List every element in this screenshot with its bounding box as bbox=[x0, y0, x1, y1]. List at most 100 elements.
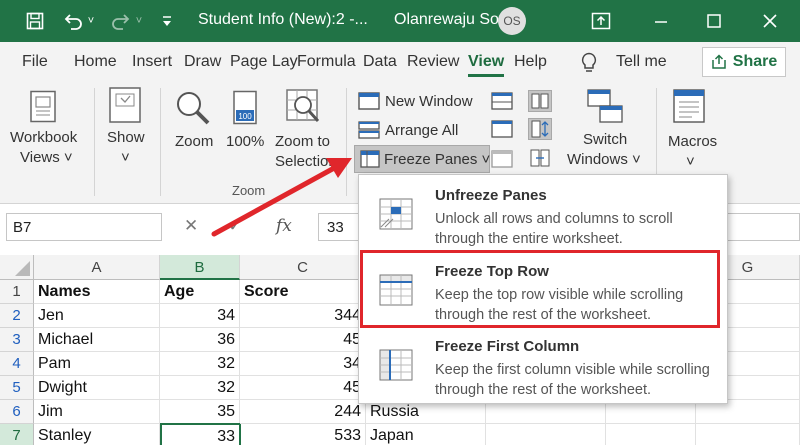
zoom-to-selection-icon bbox=[285, 88, 323, 131]
select-all-corner[interactable] bbox=[0, 255, 34, 280]
tab-file[interactable]: File bbox=[22, 53, 48, 71]
reset-window-position-icon[interactable] bbox=[528, 148, 552, 173]
hide-window-icon[interactable] bbox=[491, 120, 513, 143]
redo-icon[interactable] bbox=[108, 9, 134, 33]
menu-item-freeze-first-column[interactable]: Freeze First Column Keep the first colum… bbox=[359, 328, 727, 402]
ribbon-display-options-icon[interactable] bbox=[588, 8, 614, 34]
formula-buttons: ✕ ✓ fx bbox=[172, 213, 314, 241]
freeze-panes-icon bbox=[360, 150, 380, 173]
highlight-box bbox=[360, 250, 720, 328]
enter-icon[interactable]: ✓ bbox=[228, 215, 243, 236]
cell-c5[interactable]: 45 bbox=[240, 376, 366, 400]
zoom-100-icon: 100 bbox=[232, 90, 260, 131]
cell-d7[interactable]: Japan bbox=[366, 424, 486, 445]
save-icon[interactable] bbox=[22, 9, 48, 33]
cell-b7-active[interactable]: 33 bbox=[160, 423, 241, 445]
maximize-icon[interactable] bbox=[701, 8, 727, 34]
cell-c2[interactable]: 344 bbox=[240, 304, 366, 328]
avatar[interactable]: OS bbox=[498, 7, 526, 35]
tab-data[interactable]: Data bbox=[363, 53, 397, 71]
show-dropdown[interactable]: ˅ bbox=[121, 148, 130, 168]
tab-page-layout[interactable]: Page Lay bbox=[230, 53, 298, 71]
ribbon-separator bbox=[160, 88, 161, 196]
synchronous-scrolling-icon[interactable] bbox=[528, 118, 552, 140]
cell-e7[interactable] bbox=[486, 424, 606, 445]
switch-windows-button-2[interactable]: Windows ˅ bbox=[567, 150, 641, 170]
cell-c7[interactable]: 533 bbox=[240, 424, 366, 445]
row-header-5[interactable]: 5 bbox=[0, 376, 34, 400]
cell-b4[interactable]: 32 bbox=[160, 352, 240, 376]
cell-a5[interactable]: Dwight bbox=[34, 376, 160, 400]
tab-review[interactable]: Review bbox=[407, 53, 459, 71]
row-header-7[interactable]: 7 bbox=[0, 424, 34, 445]
switch-windows-button[interactable]: Switch bbox=[583, 130, 627, 150]
zoom-button[interactable]: Zoom bbox=[175, 132, 213, 152]
column-header-c[interactable]: C bbox=[240, 255, 366, 280]
cell-b5[interactable]: 32 bbox=[160, 376, 240, 400]
zoom-100-button[interactable]: 100% bbox=[226, 132, 264, 152]
undo-icon[interactable] bbox=[60, 9, 86, 33]
macros-button[interactable]: Macros bbox=[668, 132, 717, 152]
tab-insert[interactable]: Insert bbox=[132, 53, 172, 71]
cell-c6[interactable]: 244 bbox=[240, 400, 366, 424]
cell-c3[interactable]: 45 bbox=[240, 328, 366, 352]
share-button[interactable]: Share bbox=[702, 47, 786, 77]
cell-a6[interactable]: Jim bbox=[34, 400, 160, 424]
tab-draw[interactable]: Draw bbox=[184, 53, 221, 71]
freeze-first-column-desc: Keep the first column visible while scro… bbox=[435, 362, 710, 398]
column-header-a[interactable]: A bbox=[34, 255, 160, 280]
new-window-button[interactable]: New Window bbox=[385, 92, 473, 112]
name-box[interactable]: B7 bbox=[6, 213, 162, 241]
redo-dropdown-icon[interactable]: ˅ bbox=[132, 9, 146, 33]
menu-item-unfreeze-panes[interactable]: Unfreeze Panes Unlock all rows and colum… bbox=[359, 177, 727, 251]
view-side-by-side-icon[interactable] bbox=[528, 90, 552, 112]
row-header-6[interactable]: 6 bbox=[0, 400, 34, 424]
share-icon bbox=[712, 54, 726, 69]
workbook-views-button[interactable]: Workbook bbox=[10, 128, 77, 148]
zoom-to-selection-button[interactable]: Zoom to bbox=[275, 132, 330, 152]
lightbulb-icon[interactable] bbox=[580, 52, 598, 74]
cell-a4[interactable]: Pam bbox=[34, 352, 160, 376]
cell-f7[interactable] bbox=[606, 424, 696, 445]
row-header-4[interactable]: 4 bbox=[0, 352, 34, 376]
tab-view[interactable]: View bbox=[468, 53, 505, 77]
cell-g7[interactable] bbox=[696, 424, 800, 445]
tab-formulas[interactable]: Formula bbox=[297, 53, 356, 71]
row-header-3[interactable]: 3 bbox=[0, 328, 34, 352]
new-window-icon bbox=[358, 92, 380, 115]
tell-me-search[interactable]: Tell me bbox=[616, 53, 667, 71]
tab-home[interactable]: Home bbox=[74, 53, 117, 71]
minimize-icon[interactable] bbox=[648, 8, 674, 34]
cancel-icon[interactable]: ✕ bbox=[184, 216, 198, 236]
cell-c4[interactable]: 34 bbox=[240, 352, 366, 376]
cell-a2[interactable]: Jen bbox=[34, 304, 160, 328]
row-header-2[interactable]: 2 bbox=[0, 304, 34, 328]
show-button[interactable]: Show bbox=[107, 128, 145, 148]
cell-a3[interactable]: Michael bbox=[34, 328, 160, 352]
zoom-to-selection-button-2[interactable]: Selection bbox=[275, 152, 337, 172]
cell-b3[interactable]: 36 bbox=[160, 328, 240, 352]
customize-toolbar-icon[interactable] bbox=[158, 9, 176, 33]
row-header-1[interactable]: 1 bbox=[0, 280, 34, 304]
insert-function-icon[interactable]: fx bbox=[276, 216, 292, 236]
cell-b6[interactable]: 35 bbox=[160, 400, 240, 424]
svg-text:100: 100 bbox=[238, 112, 252, 121]
freeze-first-column-title: Freeze First Column bbox=[435, 338, 580, 355]
column-header-b[interactable]: B bbox=[160, 255, 240, 280]
close-icon[interactable] bbox=[757, 8, 783, 34]
macros-dropdown[interactable]: ˅ bbox=[686, 152, 695, 172]
workbook-views-button-2[interactable]: Views ˅ bbox=[20, 148, 73, 168]
tab-help[interactable]: Help bbox=[514, 53, 547, 71]
undo-dropdown-icon[interactable]: ˅ bbox=[84, 9, 98, 33]
ribbon-separator bbox=[346, 88, 347, 196]
arrange-all-button[interactable]: Arrange All bbox=[385, 121, 458, 141]
unhide-window-icon[interactable] bbox=[491, 150, 513, 173]
ribbon-separator bbox=[94, 88, 95, 196]
share-label: Share bbox=[732, 53, 778, 70]
split-icon[interactable] bbox=[491, 92, 513, 115]
cell-b1[interactable]: Age bbox=[160, 280, 240, 304]
cell-a7[interactable]: Stanley bbox=[34, 424, 160, 445]
cell-c1[interactable]: Score bbox=[240, 280, 366, 304]
cell-a1[interactable]: Names bbox=[34, 280, 160, 304]
cell-b2[interactable]: 34 bbox=[160, 304, 240, 328]
